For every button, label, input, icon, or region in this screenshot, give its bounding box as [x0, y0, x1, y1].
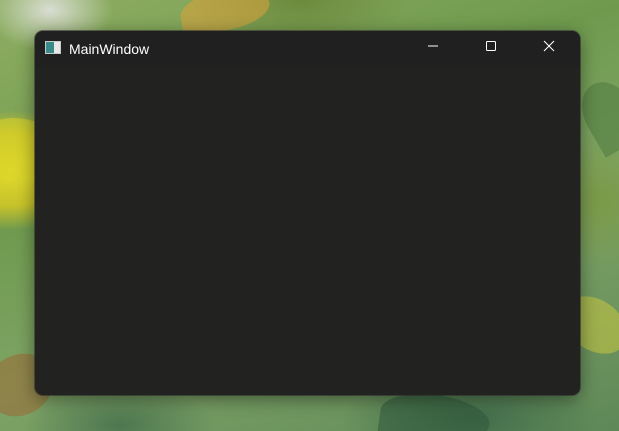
maximize-icon	[485, 39, 497, 57]
maximize-button[interactable]	[468, 31, 514, 65]
minimize-icon	[427, 39, 439, 57]
main-window: MainWindow	[35, 31, 580, 395]
window-title: MainWindow	[69, 41, 150, 57]
title-bar[interactable]: MainWindow	[35, 31, 580, 67]
minimize-button[interactable]	[410, 31, 456, 65]
desktop-wallpaper: MainWindow	[0, 0, 619, 431]
close-button[interactable]	[526, 31, 572, 65]
close-icon	[543, 39, 555, 57]
app-window-icon	[45, 41, 61, 54]
window-client-area	[35, 67, 580, 395]
